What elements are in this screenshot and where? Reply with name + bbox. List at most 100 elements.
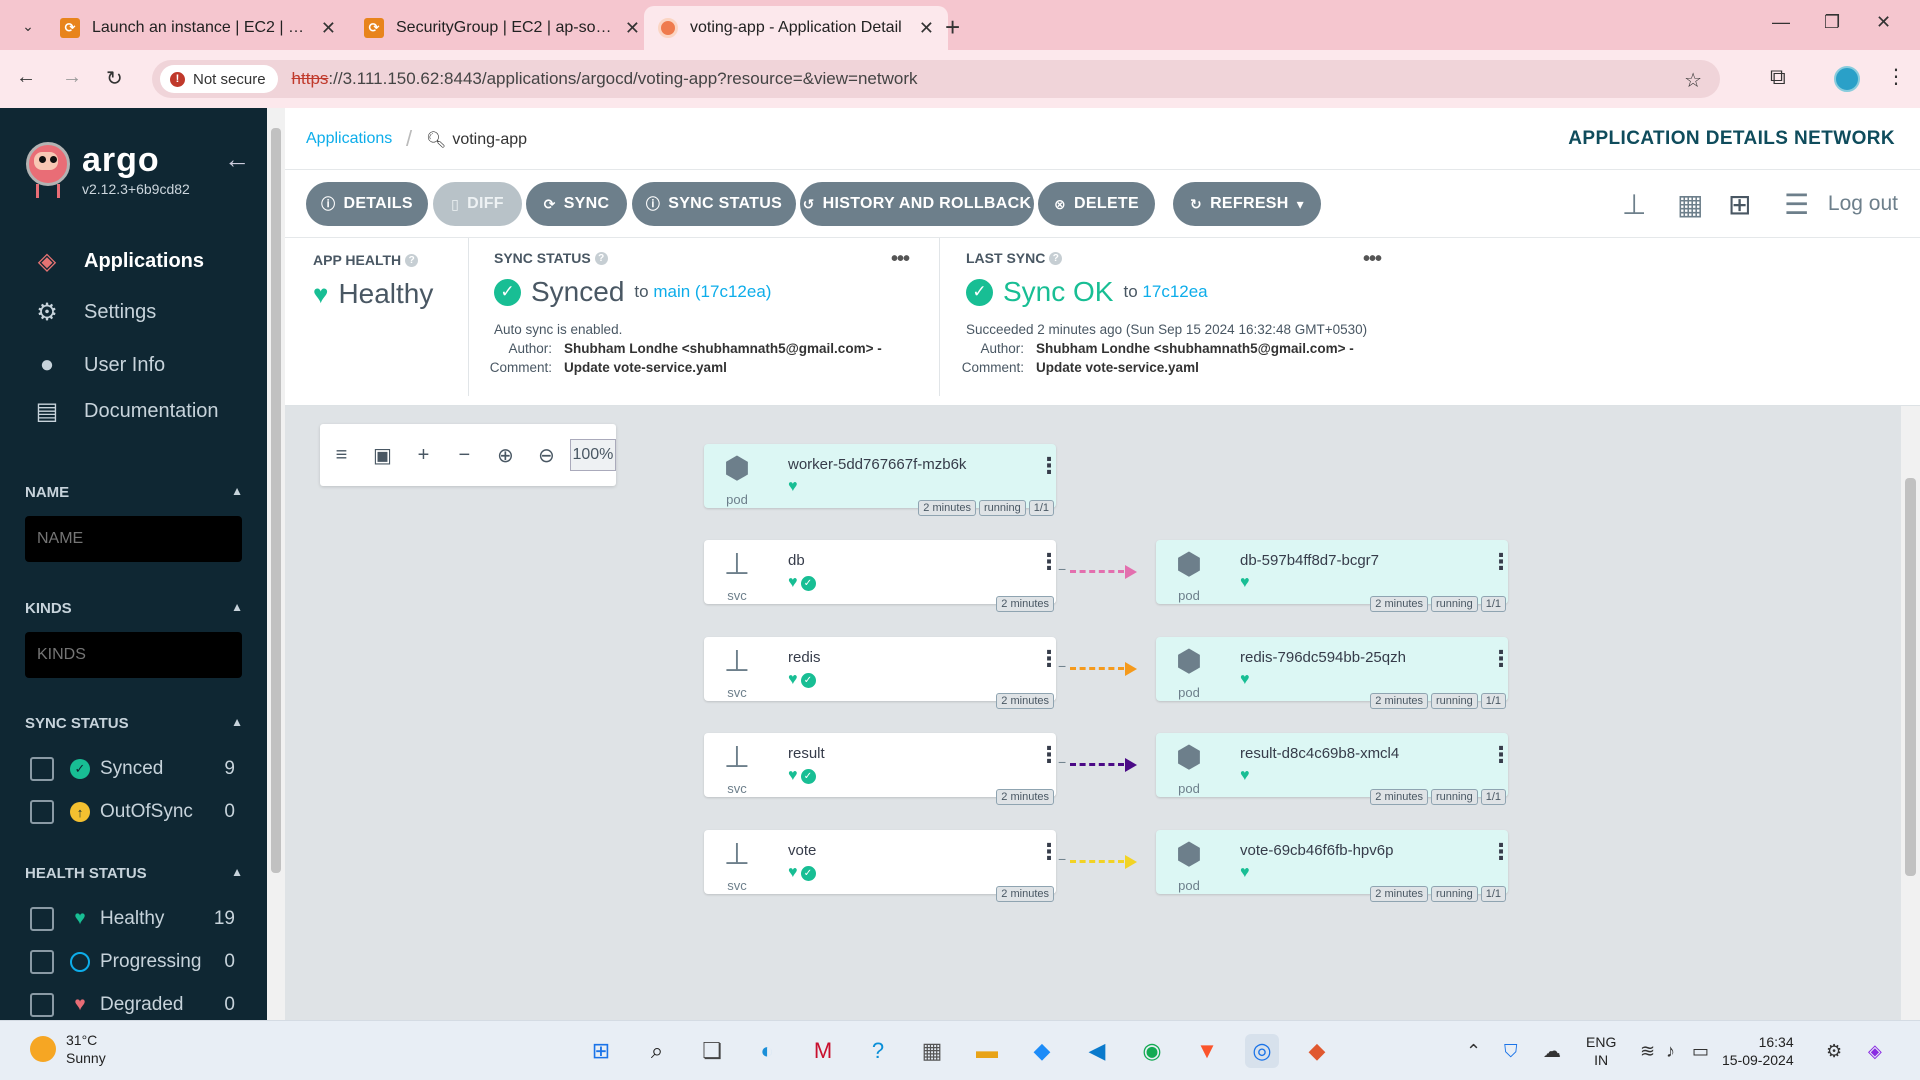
checkbox[interactable] bbox=[30, 907, 54, 931]
browser-tab-1[interactable]: ⟳ Launch an instance | EC2 | ap-so ✕ bbox=[46, 6, 350, 50]
details-button[interactable]: ⓘ DETAILS bbox=[306, 182, 428, 226]
health-status-filter-header[interactable]: HEALTH STATUS ▲ bbox=[25, 865, 243, 882]
mongodb-icon[interactable]: ◉ bbox=[1135, 1034, 1169, 1068]
edge-browser-icon[interactable]: ◐ bbox=[750, 1034, 784, 1068]
volume-icon[interactable]: ♪ bbox=[1666, 1041, 1675, 1062]
list-view-icon[interactable]: ☰ bbox=[1784, 188, 1809, 221]
docker-icon[interactable]: ◆ bbox=[1025, 1034, 1059, 1068]
diff-button[interactable]: ▯ DIFF bbox=[433, 182, 522, 226]
mcafee-icon[interactable]: M bbox=[806, 1034, 840, 1068]
task-view-icon[interactable]: ❏ bbox=[695, 1034, 729, 1068]
reload-icon[interactable]: ↻ bbox=[106, 66, 123, 91]
settings-gear-icon[interactable]: ⚙ bbox=[1826, 1041, 1842, 1062]
url-text[interactable]: https://3.111.150.62:8443/applications/a… bbox=[292, 69, 918, 89]
git-app-icon[interactable]: ◆ bbox=[1300, 1034, 1334, 1068]
checkbox[interactable] bbox=[30, 800, 54, 824]
browser-tab-3-active[interactable]: voting-app - Application Detail ✕ bbox=[644, 6, 948, 50]
checkbox[interactable] bbox=[30, 993, 54, 1017]
vscode-icon[interactable]: ◀ bbox=[1080, 1034, 1114, 1068]
bookmark-star-icon[interactable]: ☆ bbox=[1684, 68, 1702, 93]
browser-menu-icon[interactable]: ⋮ bbox=[1886, 64, 1906, 89]
zoom-level[interactable]: 100% bbox=[569, 439, 616, 471]
zoom-out-icon[interactable]: ⊖ bbox=[535, 443, 558, 468]
help-icon[interactable]: ? bbox=[1049, 251, 1063, 265]
file-explorer-icon[interactable]: ▬ bbox=[970, 1034, 1004, 1068]
close-icon[interactable]: ✕ bbox=[625, 18, 640, 39]
pods-grid-view-icon[interactable]: ▦ bbox=[1677, 188, 1703, 221]
kinds-filter-input[interactable] bbox=[25, 632, 242, 678]
filter-degraded[interactable]: ♥ Degraded 0 bbox=[30, 993, 235, 1017]
breadcrumb-applications[interactable]: Applications bbox=[306, 130, 392, 148]
pod-node-db[interactable]: ⬢ pod db-597b4ff8d7-bcgr7 ♥ ⋮ 2 minutes … bbox=[1156, 540, 1512, 612]
name-filter-header[interactable]: NAME ▲ bbox=[25, 484, 243, 501]
pod-node-worker[interactable]: ⬢ pod worker-5dd767667f-mzb6k ♥ ⋮ 2 minu… bbox=[704, 444, 1060, 516]
zoom-in-icon[interactable]: ⊕ bbox=[494, 443, 517, 468]
battery-icon[interactable]: ▭ bbox=[1692, 1041, 1709, 1062]
svc-node-vote[interactable]: ⊥ svc vote ♥ ✓ ⋮ 2 minutes bbox=[704, 830, 1060, 902]
close-icon[interactable]: ✕ bbox=[321, 18, 336, 39]
node-menu-icon[interactable]: ⋮ bbox=[1490, 744, 1512, 766]
main-scrollbar-thumb[interactable] bbox=[1905, 478, 1916, 876]
node-menu-icon[interactable]: ⋮ bbox=[1490, 841, 1512, 863]
edge-collapse-icon[interactable]: − bbox=[1058, 851, 1066, 867]
node-menu-icon[interactable]: ⋮ bbox=[1038, 841, 1060, 863]
pod-node-result[interactable]: ⬢ pod result-d8c4c69b8-xmcl4 ♥ ⋮ 2 minut… bbox=[1156, 733, 1512, 805]
clock[interactable]: 16:34 15-09-2024 bbox=[1722, 1033, 1794, 1069]
sync-target-link[interactable]: main (17c12ea) bbox=[653, 282, 771, 301]
forward-arrow-icon[interactable]: → bbox=[62, 66, 82, 89]
wifi-icon[interactable]: ≋ bbox=[1640, 1041, 1655, 1062]
chrome-icon[interactable]: ◎ bbox=[1245, 1034, 1279, 1068]
minimize-icon[interactable]: — bbox=[1772, 12, 1790, 33]
help-icon[interactable]: ? bbox=[405, 253, 419, 267]
restore-icon[interactable]: ❐ bbox=[1824, 12, 1840, 33]
sync-status-filter-header[interactable]: SYNC STATUS ▲ bbox=[25, 715, 243, 732]
node-menu-icon[interactable]: ⋮ bbox=[1038, 648, 1060, 670]
url-omnibox[interactable]: ! Not secure https://3.111.150.62:8443/a… bbox=[152, 60, 1720, 98]
checkbox[interactable] bbox=[30, 950, 54, 974]
node-menu-icon[interactable]: ⋮ bbox=[1490, 551, 1512, 573]
help-icon[interactable]: ? bbox=[594, 251, 608, 265]
svc-node-result[interactable]: ⊥ svc result ♥ ✓ ⋮ 2 minutes bbox=[704, 733, 1060, 805]
filter-out-of-sync[interactable]: ↑ OutOfSync 0 bbox=[30, 800, 235, 824]
back-arrow-icon[interactable]: ← bbox=[16, 66, 36, 89]
collapse-minus-icon[interactable]: − bbox=[453, 444, 476, 467]
network-graph-canvas[interactable]: ≡ ▣ + − ⊕ ⊖ 100% ⬢ pod worker-5dd767667f… bbox=[285, 406, 1901, 1020]
nav-documentation[interactable]: ▤ Documentation bbox=[32, 396, 219, 426]
window-close-icon[interactable]: ✕ bbox=[1876, 12, 1891, 33]
node-menu-icon[interactable]: ⋮ bbox=[1038, 551, 1060, 573]
copilot-icon[interactable]: ◈ bbox=[1868, 1041, 1882, 1062]
sidebar-scrollbar-thumb[interactable] bbox=[271, 128, 281, 873]
last-sync-more-icon[interactable]: ••• bbox=[1363, 248, 1382, 271]
pod-node-vote[interactable]: ⬢ pod vote-69cb46f6fb-hpv6p ♥ ⋮ 2 minute… bbox=[1156, 830, 1512, 902]
filter-progressing[interactable]: Progressing 0 bbox=[30, 950, 235, 974]
collapse-sidebar-arrow-icon[interactable]: ← bbox=[224, 144, 250, 175]
nav-user-info[interactable]: ● User Info bbox=[32, 350, 165, 380]
fit-screen-icon[interactable]: ▣ bbox=[371, 443, 394, 468]
security-shield-icon[interactable]: ⛉ bbox=[1504, 1041, 1518, 1062]
breadcrumb-app[interactable]: 🔍︎ voting-app bbox=[426, 130, 527, 150]
windows-start-icon[interactable]: ⊞ bbox=[584, 1034, 618, 1068]
align-left-icon[interactable]: ≡ bbox=[330, 444, 353, 467]
edge-collapse-icon[interactable]: − bbox=[1058, 561, 1066, 577]
filter-synced[interactable]: ✓ Synced 9 bbox=[30, 757, 235, 781]
profile-avatar[interactable] bbox=[1834, 66, 1860, 92]
tab-search-chevron-icon[interactable]: ⌄ bbox=[14, 12, 42, 40]
checkbox[interactable] bbox=[30, 757, 54, 781]
new-tab-plus-icon[interactable]: + bbox=[945, 12, 960, 43]
node-menu-icon[interactable]: ⋮ bbox=[1038, 455, 1060, 477]
node-menu-icon[interactable]: ⋮ bbox=[1490, 648, 1512, 670]
weather-widget[interactable]: 31°C Sunny bbox=[30, 1031, 106, 1067]
kinds-filter-header[interactable]: KINDS ▲ bbox=[25, 600, 243, 617]
tray-chevron-up-icon[interactable]: ⌃ bbox=[1466, 1041, 1481, 1062]
nav-applications[interactable]: ◈ Applications bbox=[32, 246, 204, 276]
refresh-button[interactable]: ↻ REFRESH ▾ bbox=[1173, 182, 1321, 226]
help-app-icon[interactable]: ? bbox=[861, 1034, 895, 1068]
last-sync-target-link[interactable]: 17c12ea bbox=[1142, 282, 1207, 301]
sync-status-button[interactable]: ⓘ SYNC STATUS bbox=[632, 182, 796, 226]
extensions-puzzle-icon[interactable]: ⧉ bbox=[1770, 64, 1786, 90]
network-view-icon[interactable]: ⊞ bbox=[1728, 188, 1751, 221]
sync-more-icon[interactable]: ••• bbox=[891, 248, 910, 271]
node-menu-icon[interactable]: ⋮ bbox=[1038, 744, 1060, 766]
close-icon[interactable]: ✕ bbox=[919, 18, 934, 39]
brave-icon[interactable]: ▼ bbox=[1190, 1034, 1224, 1068]
